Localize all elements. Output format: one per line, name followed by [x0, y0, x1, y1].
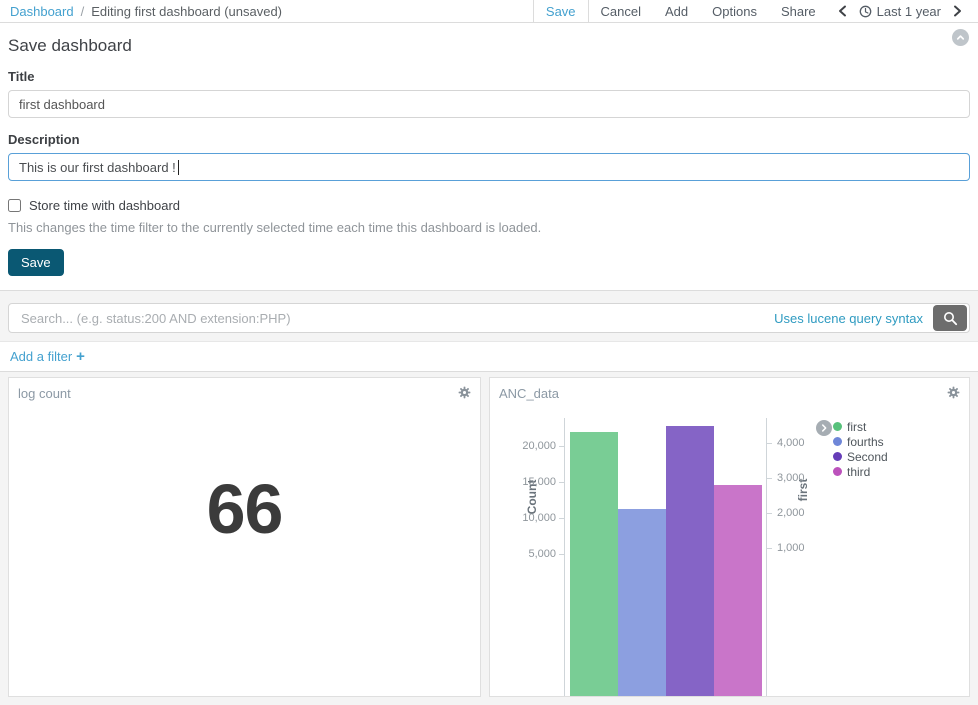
y-tick-label-right: 1,000 [777, 541, 805, 555]
panel-title: log count [18, 386, 71, 401]
panel-log-count: log count 66 [8, 377, 481, 697]
top-nav-item-save[interactable]: Save [533, 0, 589, 22]
clock-icon [859, 5, 872, 18]
plot-area [564, 418, 766, 696]
store-time-label: Store time with dashboard [29, 198, 180, 213]
y-axis-line-left [564, 418, 565, 696]
legend-toggle-button[interactable] [816, 420, 832, 436]
title-label: Title [8, 69, 970, 84]
dashboard-grid: log count 66 ANC_data [0, 372, 978, 705]
panel-options-button[interactable] [947, 386, 960, 399]
bar-fourths[interactable] [618, 509, 666, 696]
y-axis-line-right [766, 418, 767, 696]
query-section: Uses lucene query syntax [0, 291, 978, 341]
breadcrumb-current: Editing first dashboard (unsaved) [91, 4, 282, 19]
legend-color-dot [833, 422, 842, 431]
legend-item-fourths[interactable]: fourths [833, 434, 888, 449]
store-time-row[interactable]: Store time with dashboard [8, 198, 970, 213]
gear-icon [947, 386, 960, 399]
legend-item-first[interactable]: first [833, 419, 888, 434]
save-dashboard-panel: Save dashboard Title Description This is… [0, 23, 978, 291]
y-tick-label-left: 15,000 [490, 475, 556, 489]
panel-options-button[interactable] [458, 386, 471, 399]
legend-label: Second [847, 450, 888, 464]
tick-mark [559, 554, 564, 555]
lucene-syntax-link[interactable]: Uses lucene query syntax [774, 311, 923, 326]
legend-item-Second[interactable]: Second [833, 449, 888, 464]
add-filter-link[interactable]: Add a filter + [10, 349, 85, 364]
breadcrumb: Dashboard / Editing first dashboard (uns… [10, 0, 282, 22]
bar-chart: Count first firstfourthsSecondthird 5,00… [490, 378, 969, 696]
page-title: Save dashboard [8, 36, 970, 56]
legend-color-dot [833, 437, 842, 446]
time-picker-button[interactable]: Last 1 year [857, 4, 943, 19]
chart-legend: firstfourthsSecondthird [833, 419, 888, 479]
top-nav-item-share[interactable]: Share [769, 0, 828, 22]
tick-mark [559, 518, 564, 519]
time-prev-button[interactable] [828, 5, 857, 17]
tick-mark [559, 446, 564, 447]
top-nav-menu: SaveCancelAddOptionsShare [533, 0, 828, 22]
description-input[interactable]: This is our first dashboard ! [8, 153, 970, 181]
breadcrumb-separator: / [81, 4, 85, 19]
top-nav-item-add[interactable]: Add [653, 0, 700, 22]
y-axis-label-right: first [796, 475, 810, 505]
legend-color-dot [833, 467, 842, 476]
store-time-checkbox[interactable] [8, 199, 21, 212]
breadcrumb-dashboard-link[interactable]: Dashboard [10, 4, 74, 19]
y-tick-label-right: 2,000 [777, 506, 805, 520]
plus-icon: + [76, 350, 85, 363]
title-input[interactable] [8, 90, 970, 118]
store-time-helper-text: This changes the time filter to the curr… [8, 220, 970, 235]
bar-third[interactable] [714, 485, 762, 696]
filter-bar: Add a filter + [0, 341, 978, 372]
save-button[interactable]: Save [8, 249, 64, 276]
time-next-button[interactable] [943, 5, 972, 17]
y-axis-label-left: Count [525, 477, 539, 517]
top-nav-item-cancel[interactable]: Cancel [589, 0, 653, 22]
tick-mark [767, 513, 772, 514]
top-nav-item-options[interactable]: Options [700, 0, 769, 22]
gear-icon [458, 386, 471, 399]
bar-first[interactable] [570, 432, 618, 696]
legend-color-dot [833, 452, 842, 461]
search-icon [943, 311, 958, 326]
y-tick-label-left: 5,000 [490, 547, 556, 561]
chevron-right-icon [953, 5, 962, 17]
search-bar: Uses lucene query syntax [8, 303, 970, 333]
tick-mark [767, 548, 772, 549]
y-tick-label-right: 4,000 [777, 436, 805, 450]
time-picker: Last 1 year [828, 0, 978, 22]
panel-title: ANC_data [499, 386, 559, 401]
metric-value: 66 [9, 469, 480, 549]
chevron-up-icon [955, 32, 966, 43]
time-picker-label: Last 1 year [877, 4, 941, 19]
bar-Second[interactable] [666, 426, 714, 696]
panel-anc-data: ANC_data Count first [489, 377, 970, 697]
tick-mark [559, 482, 564, 483]
legend-label: first [847, 420, 866, 434]
legend-item-third[interactable]: third [833, 464, 888, 479]
tick-mark [767, 443, 772, 444]
description-label: Description [8, 132, 970, 147]
search-input[interactable] [19, 310, 774, 327]
collapse-panel-button[interactable] [952, 29, 969, 46]
tick-mark [767, 478, 772, 479]
search-button[interactable] [933, 305, 967, 331]
y-tick-label-left: 20,000 [490, 439, 556, 453]
y-tick-label-right: 3,000 [777, 471, 805, 485]
text-cursor [178, 160, 179, 175]
legend-label: fourths [847, 435, 884, 449]
description-text: This is our first dashboard ! [19, 160, 176, 175]
chevron-right-icon [819, 423, 829, 433]
add-filter-label: Add a filter [10, 349, 72, 364]
y-tick-label-left: 10,000 [490, 511, 556, 525]
top-bar: Dashboard / Editing first dashboard (uns… [0, 0, 978, 23]
chevron-left-icon [838, 5, 847, 17]
legend-label: third [847, 465, 870, 479]
